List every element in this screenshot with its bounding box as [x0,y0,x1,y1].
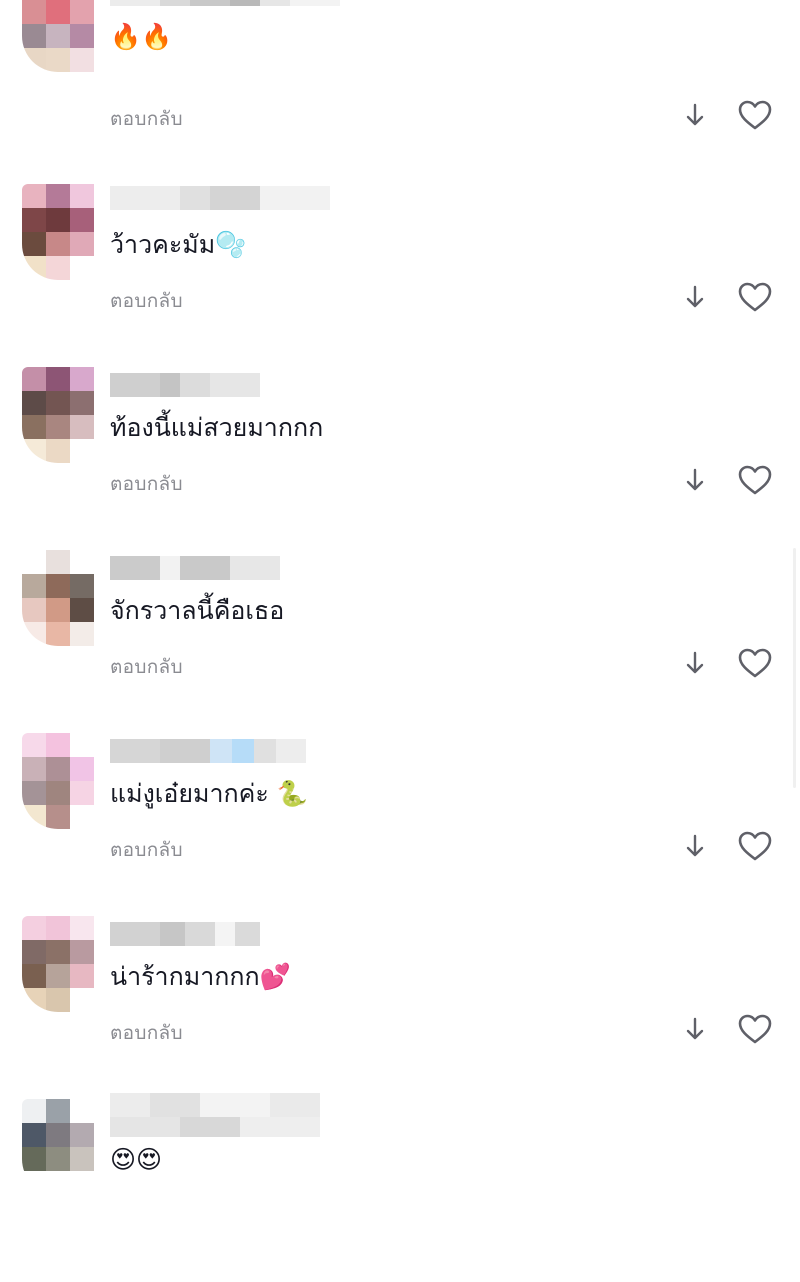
username-blurred[interactable] [110,373,340,397]
arrow-down-icon [686,1017,704,1040]
like-button[interactable] [736,463,774,497]
comment-item: จักรวาลนี้คือเธอ ตอบกลับ [0,550,800,733]
heart-outline-icon [738,831,772,861]
comment-text: ว้าวคะมัม🫧 [110,230,247,259]
username-blurred[interactable] [110,1093,340,1117]
username-blurred[interactable] [110,186,340,210]
username-blurred[interactable] [110,922,340,946]
comment-text: จักรวาลนี้คือเธอ [110,596,285,625]
arrow-down-icon [686,834,704,857]
arrow-down-icon [686,468,704,491]
username-blurred[interactable] [110,556,340,580]
dislike-button[interactable] [682,1012,708,1046]
dislike-button[interactable] [682,280,708,314]
dislike-button[interactable] [682,829,708,863]
avatar[interactable] [22,733,94,829]
avatar[interactable] [22,367,94,463]
like-button[interactable] [736,280,774,314]
comment-text: ท้องนี้แม่สวยมากกก [110,413,324,442]
heart-outline-icon [738,465,772,495]
arrow-down-icon [686,285,704,308]
reply-button[interactable]: ตอบกลับ [110,1018,183,1048]
comment-item: แม่งูเอ๋ยมากค่ะ 🐍 ตอบกลับ [0,733,800,916]
comment-text: น่าร้ากมากกก💕 [110,962,291,991]
heart-outline-icon [738,100,772,130]
like-button[interactable] [736,1012,774,1046]
reply-button[interactable]: ตอบกลับ [110,104,183,134]
reply-button[interactable]: ตอบกลับ [110,286,183,316]
heart-outline-icon [738,1014,772,1044]
comment-text: 🔥🔥 [110,22,173,51]
dislike-button[interactable] [682,646,708,680]
dislike-button[interactable] [682,463,708,497]
like-button[interactable] [736,829,774,863]
like-button[interactable] [736,98,774,132]
avatar[interactable] [22,184,94,280]
avatar[interactable] [22,0,94,72]
comment-text: แม่งูเอ๋ยมากค่ะ 🐍 [110,779,308,808]
avatar[interactable] [22,1099,94,1195]
username-blurred [110,1117,340,1137]
username-blurred[interactable] [110,739,340,763]
comment-item: 😍😍 [0,1093,800,1282]
heart-outline-icon [738,648,772,678]
comment-text: 😍😍 [110,1145,163,1174]
avatar[interactable] [22,916,94,1012]
like-button[interactable] [736,646,774,680]
heart-outline-icon [738,282,772,312]
comment-item: น่าร้ากมากกก💕 ตอบกลับ [0,916,800,1099]
arrow-down-icon [686,103,704,126]
dislike-button[interactable] [682,98,708,132]
comment-item: 🔥🔥 ตอบกลับ [0,0,800,159]
avatar[interactable] [22,550,94,646]
scrollbar[interactable] [793,548,796,788]
reply-button[interactable]: ตอบกลับ [110,835,183,865]
comment-item: ว้าวคะมัม🫧 ตอบกลับ [0,184,800,367]
comment-item: ท้องนี้แม่สวยมากกก ตอบกลับ [0,367,800,550]
reply-button[interactable]: ตอบกลับ [110,652,183,682]
username-blurred[interactable] [110,0,340,6]
arrow-down-icon [686,651,704,674]
reply-button[interactable]: ตอบกลับ [110,469,183,499]
